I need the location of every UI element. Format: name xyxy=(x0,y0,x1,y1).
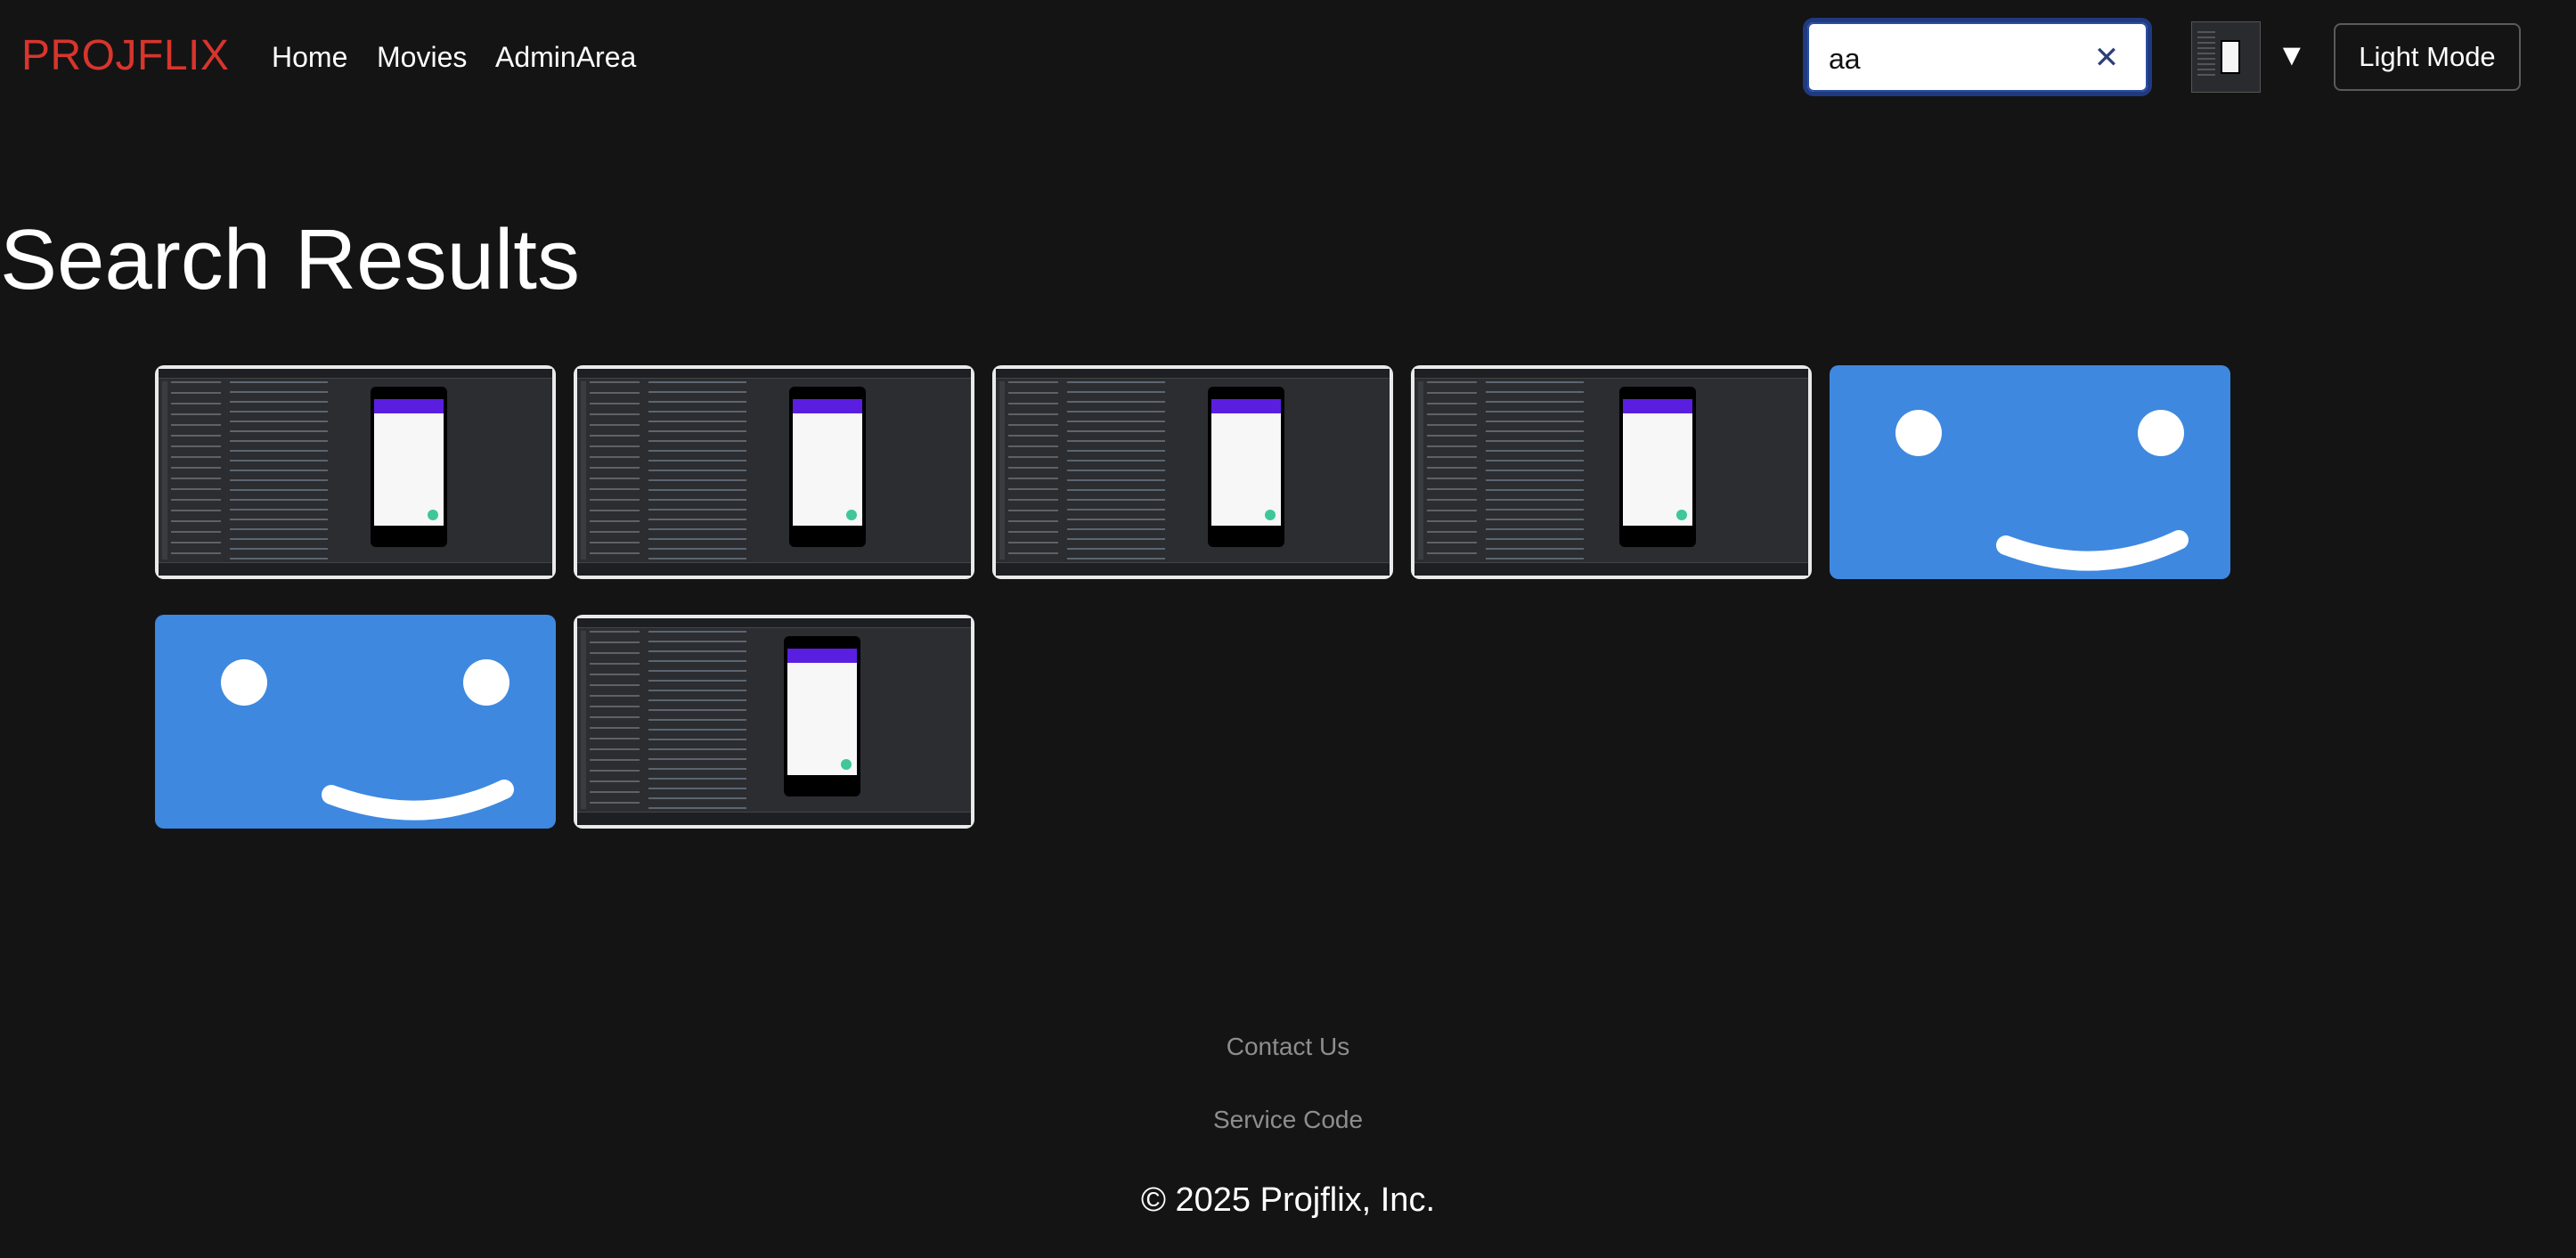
fab-icon xyxy=(1265,510,1276,520)
smiley-right-eye xyxy=(2138,410,2184,456)
ide-toolbar xyxy=(996,369,1390,379)
result-card-screenshot[interactable] xyxy=(574,365,974,579)
ide-screenshot-thumbnail xyxy=(1414,369,1808,576)
fab-icon xyxy=(841,759,852,770)
ide-file-tree xyxy=(171,381,221,560)
smiley-left-eye xyxy=(1895,410,1942,456)
ide-toolbar xyxy=(159,369,552,379)
copyright-text: © 2025 Projflix, Inc. xyxy=(1140,1181,1436,1219)
phone-emulator xyxy=(371,387,447,547)
app-bar xyxy=(793,399,862,413)
phone-emulator xyxy=(784,636,860,796)
light-mode-button[interactable]: Light Mode xyxy=(2334,23,2521,91)
fab-icon xyxy=(846,510,857,520)
smiley-mouth xyxy=(322,780,514,821)
close-icon[interactable]: ✕ xyxy=(2091,42,2123,74)
ide-screenshot-thumbnail xyxy=(996,369,1390,576)
smiley-placeholder-icon xyxy=(1895,410,2189,571)
ide-gutter xyxy=(1418,381,1423,560)
search-input[interactable] xyxy=(1827,37,2089,81)
ide-file-tree xyxy=(1008,381,1058,560)
ide-file-tree xyxy=(590,631,640,809)
ide-status-bar xyxy=(1414,562,1808,576)
nav-adminarea-link[interactable]: AdminArea xyxy=(495,36,636,78)
phone-emulator xyxy=(1208,387,1284,547)
ide-file-tree xyxy=(590,381,640,560)
brand-logo[interactable]: PROJFLIX xyxy=(21,29,229,83)
avatar-phone-graphic xyxy=(2221,40,2240,74)
ide-gutter xyxy=(581,381,586,560)
service-code-link[interactable]: Service Code xyxy=(0,1102,2576,1138)
nav-movies-link[interactable]: Movies xyxy=(377,36,467,78)
search-box: ✕ xyxy=(1803,18,2152,96)
ide-code-lines xyxy=(230,381,328,560)
ide-toolbar xyxy=(577,369,971,379)
app-bar xyxy=(787,649,857,663)
nav-home-link[interactable]: Home xyxy=(272,36,347,78)
result-card-placeholder[interactable] xyxy=(155,615,556,829)
ide-status-bar xyxy=(159,562,552,576)
avatar-code-graphic xyxy=(2197,31,2215,79)
result-card-screenshot[interactable] xyxy=(574,615,974,829)
ide-file-tree xyxy=(1427,381,1477,560)
smiley-left-eye xyxy=(221,659,267,706)
result-card-screenshot[interactable] xyxy=(1411,365,1812,579)
result-card-screenshot[interactable] xyxy=(155,365,556,579)
page-title: Search Results xyxy=(0,212,580,307)
smiley-mouth xyxy=(1996,530,2189,571)
ide-code-lines xyxy=(648,631,746,809)
ide-code-lines xyxy=(1486,381,1584,560)
avatar[interactable] xyxy=(2191,21,2261,93)
ide-status-bar xyxy=(996,562,1390,576)
app-bar xyxy=(374,399,444,413)
ide-toolbar xyxy=(577,618,971,628)
contact-us-link[interactable]: Contact Us xyxy=(0,1029,2576,1065)
phone-emulator xyxy=(1619,387,1696,547)
ide-status-bar xyxy=(577,562,971,576)
fab-icon xyxy=(428,510,438,520)
ide-status-bar xyxy=(577,812,971,825)
result-card-screenshot[interactable] xyxy=(992,365,1393,579)
smiley-right-eye xyxy=(463,659,509,706)
fab-icon xyxy=(1676,510,1687,520)
ide-gutter xyxy=(999,381,1005,560)
caret-down-icon[interactable]: ▼ xyxy=(2277,37,2307,73)
ide-code-lines xyxy=(648,381,746,560)
ide-gutter xyxy=(162,381,167,560)
phone-emulator xyxy=(789,387,866,547)
ide-screenshot-thumbnail xyxy=(577,618,971,825)
ide-toolbar xyxy=(1414,369,1808,379)
result-card-placeholder[interactable] xyxy=(1830,365,2230,579)
app-bar xyxy=(1623,399,1692,413)
smiley-placeholder-icon xyxy=(221,659,514,821)
ide-code-lines xyxy=(1067,381,1165,560)
ide-screenshot-thumbnail xyxy=(577,369,971,576)
ide-gutter xyxy=(581,631,586,809)
ide-screenshot-thumbnail xyxy=(159,369,552,576)
app-bar xyxy=(1211,399,1281,413)
